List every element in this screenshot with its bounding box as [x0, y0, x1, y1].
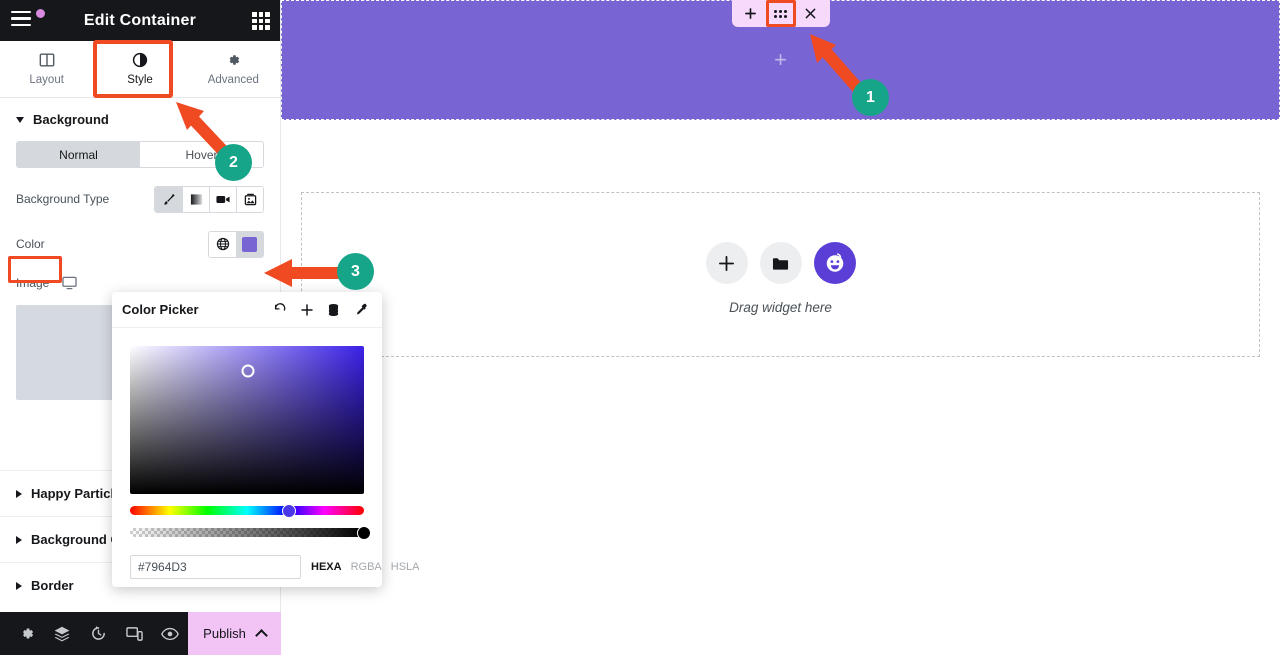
panel-tabs: Layout Style Advanced: [0, 41, 280, 98]
background-image-row: Image: [0, 273, 280, 293]
saturation-value-area[interactable]: [130, 346, 364, 494]
color-picker-actions: [268, 298, 372, 321]
color-controls: [208, 230, 264, 258]
monitor-icon[interactable]: [62, 276, 78, 290]
color-picker-title: Color Picker: [122, 302, 199, 317]
color-mode-hsla[interactable]: HSLA: [391, 561, 420, 573]
background-type-slideshow-button[interactable]: [236, 186, 263, 212]
color-picker-header: Color Picker: [112, 292, 382, 328]
color-mode-hexa[interactable]: HEXA: [311, 561, 342, 573]
publish-button-label: Publish: [203, 626, 246, 641]
background-type-options: [154, 185, 264, 213]
elementor-editor-screen: + Drag widget here Edit Container Layout…: [0, 0, 1280, 655]
hue-slider[interactable]: [130, 503, 364, 518]
settings-gear-icon[interactable]: [8, 612, 44, 655]
tab-style[interactable]: Style: [93, 41, 186, 97]
container-delete-button[interactable]: [800, 4, 822, 23]
contrast-circle-icon: [132, 52, 148, 68]
footer-icons: [0, 612, 188, 655]
background-type-classic-button[interactable]: [155, 186, 182, 212]
container-add-button[interactable]: [740, 4, 762, 23]
background-image-label: Image: [16, 276, 50, 290]
annotation-badge-2: 2: [215, 144, 252, 181]
background-section-label: Background: [33, 112, 109, 127]
global-colors-button[interactable]: [209, 231, 236, 257]
color-swatch-button[interactable]: [236, 231, 263, 257]
chevron-up-icon[interactable]: [254, 628, 268, 642]
globe-icon: [216, 237, 229, 251]
hex-value-input[interactable]: [130, 555, 301, 579]
add-template-folder-button[interactable]: [759, 242, 802, 284]
tab-advanced[interactable]: Advanced: [187, 41, 280, 97]
panel-header: Edit Container: [0, 0, 280, 41]
add-swatch-icon[interactable]: [295, 298, 318, 321]
container-add-plus-icon[interactable]: +: [774, 47, 787, 73]
publish-button[interactable]: Publish: [188, 612, 281, 655]
hue-slider-handle[interactable]: [282, 503, 297, 518]
saved-colors-icon[interactable]: [322, 298, 345, 321]
container-drag-handle[interactable]: [765, 0, 796, 27]
grip-dots-icon: [774, 9, 787, 18]
alpha-slider-handle[interactable]: [357, 525, 371, 540]
notification-dot: [36, 9, 45, 18]
chevron-down-icon: [16, 116, 24, 123]
ai-builder-button[interactable]: [813, 242, 856, 284]
drop-zone-buttons: [705, 242, 856, 284]
layout-columns-icon: [39, 52, 55, 68]
apps-grid-icon[interactable]: [252, 12, 270, 30]
background-type-label: Background Type: [16, 192, 110, 206]
background-color-row: Color: [0, 230, 280, 258]
history-revisions-icon[interactable]: [80, 612, 116, 655]
hamburger-menu-icon[interactable]: [11, 9, 45, 29]
drop-zone: Drag widget here: [705, 242, 856, 315]
background-type-gradient-button[interactable]: [182, 186, 209, 212]
panel-footer: Publish: [0, 612, 281, 655]
responsive-mode-icon[interactable]: [116, 612, 152, 655]
editor-canvas: + Drag widget here: [281, 0, 1280, 655]
current-color-swatch: [242, 236, 257, 252]
background-color-label: Color: [16, 237, 45, 251]
color-picker-footer: HEXA RGBA HSLA: [130, 555, 420, 579]
state-normal[interactable]: Normal: [17, 142, 140, 167]
navigator-layers-icon[interactable]: [44, 612, 80, 655]
tab-advanced-label: Advanced: [207, 74, 259, 86]
gear-icon: [225, 52, 241, 68]
chevron-right-icon: [16, 581, 22, 590]
section-border-label: Border: [31, 578, 74, 593]
color-mode-tabs: HEXA RGBA HSLA: [311, 561, 420, 573]
color-mode-rgba[interactable]: RGBA: [351, 561, 382, 573]
background-type-row: Background Type: [0, 185, 280, 213]
container-toolbar[interactable]: [731, 0, 830, 27]
eyedropper-icon[interactable]: [349, 298, 372, 321]
annotation-badge-3: 3: [337, 253, 374, 290]
chevron-right-icon: [16, 489, 22, 498]
background-section-header[interactable]: Background: [0, 98, 280, 139]
add-widget-button[interactable]: [705, 242, 748, 284]
tab-layout-label: Layout: [29, 74, 64, 86]
saturation-handle[interactable]: [241, 364, 255, 378]
chevron-right-icon: [16, 535, 22, 544]
tab-style-label: Style: [127, 74, 153, 86]
alpha-slider[interactable]: [130, 525, 371, 540]
preview-eye-icon[interactable]: [152, 612, 188, 655]
undo-reset-icon[interactable]: [268, 298, 291, 321]
background-type-video-button[interactable]: [209, 186, 236, 212]
drop-zone-label: Drag widget here: [729, 300, 832, 315]
color-picker-popup: Color Picker #7964D3 HEXA RGBA HSLA: [112, 292, 420, 587]
tab-layout[interactable]: Layout: [0, 41, 93, 97]
annotation-badge-1: 1: [852, 79, 889, 116]
